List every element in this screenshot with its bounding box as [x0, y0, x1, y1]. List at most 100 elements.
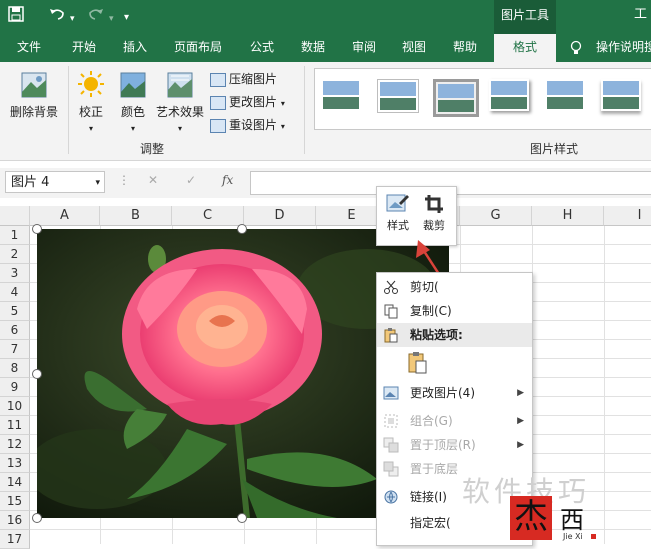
- menu-item-cut[interactable]: 剪切(: [377, 275, 532, 299]
- menu-section-paste-options: 粘贴选项:: [377, 323, 532, 347]
- sun-icon: [74, 70, 108, 103]
- customize-qat-icon[interactable]: ▾: [124, 8, 129, 28]
- chevron-down-icon[interactable]: ▾: [95, 172, 100, 194]
- artistic-effects-button[interactable]: 艺术效果 ▾: [154, 70, 206, 134]
- menu-item-label: 剪切(: [410, 280, 439, 294]
- paste-option-button[interactable]: [407, 351, 431, 377]
- row-header[interactable]: 13: [0, 454, 30, 473]
- row-header[interactable]: 15: [0, 492, 30, 511]
- column-header[interactable]: B: [100, 206, 172, 226]
- select-all-corner[interactable]: [0, 206, 30, 226]
- enter-icon[interactable]: ✓: [186, 173, 196, 187]
- resize-handle[interactable]: [237, 224, 247, 234]
- row-header[interactable]: 2: [0, 245, 30, 264]
- crop-button[interactable]: 裁剪: [419, 193, 449, 233]
- menu-item-label: 组合(G): [410, 414, 453, 428]
- submenu-arrow-icon: ▶: [517, 440, 524, 450]
- picture-tools-label: 图片工具: [494, 0, 556, 34]
- tab-format[interactable]: 格式: [494, 34, 556, 62]
- tab-view[interactable]: 视图: [402, 34, 426, 62]
- menu-item-bring-to-front[interactable]: 置于顶层(R) ▶: [377, 433, 532, 457]
- change-picture-button[interactable]: 更改图片 ▾: [210, 93, 285, 110]
- picture-style-thumb[interactable]: [489, 79, 529, 111]
- resize-handle[interactable]: [32, 369, 42, 379]
- menu-section-label: 粘贴选项:: [410, 328, 463, 342]
- tab-data[interactable]: 数据: [301, 34, 325, 62]
- menu-item-label: 复制(C): [410, 304, 452, 318]
- row-header[interactable]: 5: [0, 302, 30, 321]
- row-header[interactable]: 7: [0, 340, 30, 359]
- tell-me-search[interactable]: 操作说明搜: [596, 34, 651, 62]
- column-header[interactable]: I: [604, 206, 651, 226]
- tab-formulas[interactable]: 公式: [250, 34, 274, 62]
- row-header[interactable]: 6: [0, 321, 30, 340]
- picture-style-thumb[interactable]: [601, 79, 641, 111]
- ribbon-separator: [304, 66, 305, 154]
- picture-styles-gallery: [314, 68, 651, 130]
- tab-file[interactable]: 文件: [17, 34, 41, 62]
- compress-pictures-button[interactable]: 压缩图片: [210, 70, 277, 87]
- row-header[interactable]: 1: [0, 226, 30, 245]
- picture-style-thumb[interactable]: [377, 79, 419, 113]
- resize-handle[interactable]: [32, 513, 42, 523]
- resize-handle[interactable]: [32, 224, 42, 234]
- lightbulb-icon: [570, 34, 582, 62]
- menu-item-copy[interactable]: 复制(C): [377, 299, 532, 323]
- picture-style-thumb[interactable]: [545, 79, 585, 111]
- menu-item-label: 置于顶层(R): [410, 438, 476, 452]
- chevron-down-icon: ▾: [88, 124, 93, 133]
- clipboard-icon: [408, 352, 427, 374]
- insert-function-icon[interactable]: fx: [222, 173, 233, 187]
- row-header[interactable]: 4: [0, 283, 30, 302]
- corrections-button[interactable]: 校正 ▾: [74, 70, 108, 134]
- compress-icon: [210, 72, 226, 87]
- row-header[interactable]: 14: [0, 473, 30, 492]
- row-header[interactable]: 17: [0, 530, 30, 549]
- ribbon: 删除背景 校正 ▾ 颜色 ▾ 艺术效果 ▾ 压缩图片 更改图片 ▾ 重设图片 ▾…: [0, 62, 651, 161]
- crop-icon: [419, 193, 449, 217]
- picture-style-thumb[interactable]: [433, 79, 479, 117]
- tab-help[interactable]: 帮助: [453, 34, 477, 62]
- reset-picture-button[interactable]: 重设图片 ▾: [210, 116, 285, 133]
- tab-review[interactable]: 审阅: [352, 34, 376, 62]
- undo-dropdown-icon[interactable]: ▾: [70, 9, 75, 29]
- column-header[interactable]: C: [172, 206, 244, 226]
- artistic-effects-icon: [154, 70, 206, 103]
- reset-picture-icon: [210, 118, 226, 133]
- name-box[interactable]: 图片 4 ▾: [5, 171, 105, 193]
- redo-dropdown-icon[interactable]: ▾: [109, 9, 114, 29]
- column-header[interactable]: H: [532, 206, 604, 226]
- row-header[interactable]: 3: [0, 264, 30, 283]
- row-header[interactable]: 8: [0, 359, 30, 378]
- resize-handle[interactable]: [237, 513, 247, 523]
- tab-home[interactable]: 开始: [72, 34, 96, 62]
- color-picture-icon: [116, 70, 150, 103]
- chevron-down-icon: ▾: [130, 124, 135, 133]
- redo-icon[interactable]: [87, 6, 105, 27]
- column-header[interactable]: G: [460, 206, 532, 226]
- color-button[interactable]: 颜色 ▾: [116, 70, 150, 134]
- column-header[interactable]: D: [244, 206, 316, 226]
- picture-style-thumb[interactable]: [321, 79, 361, 111]
- title-bar: ▾ ▾ ▾ 图片工具 工: [0, 0, 651, 34]
- row-header[interactable]: 9: [0, 378, 30, 397]
- style-button[interactable]: 样式: [383, 193, 413, 233]
- chevron-down-icon: ▾: [280, 99, 285, 108]
- save-icon[interactable]: [8, 6, 24, 27]
- menu-item-group[interactable]: 组合(G) ▶: [377, 409, 532, 433]
- menu-item-change-picture[interactable]: 更改图片(4) ▶: [377, 381, 532, 405]
- column-header[interactable]: A: [30, 206, 100, 226]
- bring-to-front-icon: [383, 437, 399, 453]
- remove-background-button[interactable]: 删除背景: [6, 70, 62, 120]
- tab-insert[interactable]: 插入: [123, 34, 147, 62]
- row-header[interactable]: 12: [0, 435, 30, 454]
- cancel-icon[interactable]: ✕: [148, 173, 158, 187]
- tab-page-layout[interactable]: 页面布局: [174, 34, 222, 62]
- undo-icon[interactable]: [48, 6, 66, 27]
- row-header[interactable]: 16: [0, 511, 30, 530]
- change-picture-label: 更改图片: [229, 95, 278, 109]
- remove-background-label: 删除背景: [9, 105, 58, 119]
- row-header[interactable]: 11: [0, 416, 30, 435]
- menu-item-assign-macro[interactable]: 指定宏(: [377, 511, 532, 535]
- row-header[interactable]: 10: [0, 397, 30, 416]
